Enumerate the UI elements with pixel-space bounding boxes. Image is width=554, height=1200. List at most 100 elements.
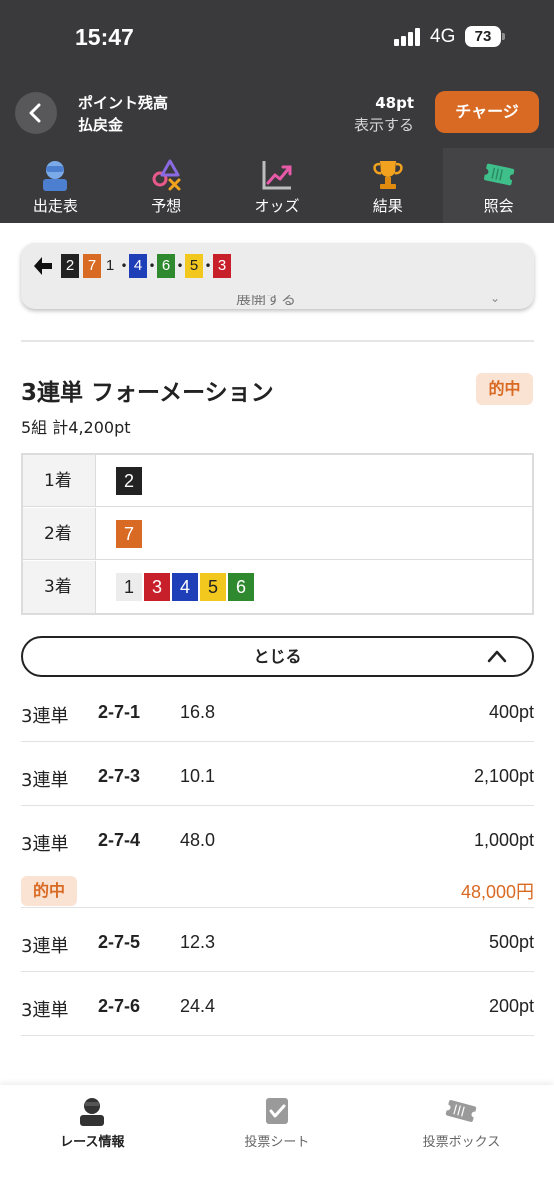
refund-display-link[interactable]: 表示する bbox=[354, 114, 414, 136]
finish-number-badge: 5 bbox=[185, 254, 203, 278]
combo-type: 3連単 bbox=[21, 706, 69, 727]
place-numbers: 7 bbox=[116, 520, 144, 548]
combo-numbers: 2-7-4 bbox=[98, 830, 141, 850]
bet-title: 3連単 フォーメーション bbox=[21, 380, 274, 406]
bottom-nav-label: レース情報 bbox=[60, 1135, 125, 1150]
close-label: とじる bbox=[253, 647, 302, 666]
arrow-left-icon bbox=[34, 257, 52, 275]
race-info-icon bbox=[80, 1098, 105, 1126]
close-button[interactable]: とじる bbox=[21, 636, 534, 677]
combo-odds: 24.4 bbox=[180, 996, 216, 1016]
tab-label: オッズ bbox=[254, 197, 300, 215]
combo-hit-badge: 的中 bbox=[21, 876, 77, 906]
vote-box-icon bbox=[444, 1100, 479, 1122]
expand-label[interactable]: 展開する bbox=[236, 295, 296, 305]
place-numbers: 13456 bbox=[116, 573, 256, 601]
tab-prediction[interactable]: 予想 bbox=[111, 148, 222, 223]
combo-odds: 12.3 bbox=[180, 932, 216, 952]
finish-number-badge: 1 bbox=[101, 254, 119, 278]
separator-dot: • bbox=[120, 259, 128, 273]
combo-odds: 16.8 bbox=[180, 702, 216, 722]
formation-table: 1着 2 2着 7 3着 1 3 4 5 6 bbox=[21, 453, 534, 615]
bottom-nav-label: 投票ボックス bbox=[422, 1135, 501, 1150]
combo-amount: 2,100pt bbox=[473, 766, 534, 786]
tab-label: 結果 bbox=[372, 197, 403, 215]
point-balance-value: 48pt bbox=[375, 94, 414, 112]
vote-sheet-icon bbox=[265, 1098, 288, 1124]
runner-table-icon bbox=[43, 161, 68, 191]
prediction-icon bbox=[152, 159, 181, 191]
bottom-nav-race-info[interactable]: レース情報 bbox=[0, 1085, 185, 1200]
tab-label: 照会 bbox=[483, 197, 514, 215]
race-result-card[interactable]: 2 7 1 • 4 • 6 • 5 • 3 展開する ⌄ bbox=[21, 243, 534, 309]
odds-chart-icon bbox=[262, 161, 292, 190]
separator-dot: • bbox=[176, 259, 184, 273]
place-label: 3着 bbox=[23, 561, 96, 613]
bottom-nav-vote-sheet[interactable]: 投票シート bbox=[185, 1085, 370, 1200]
horse-number-badge: 3 bbox=[144, 573, 170, 601]
refund-label: 払戻金 bbox=[78, 116, 124, 134]
app-root: 15:47 4G 73 ポイント残高 払戻金 48pt 表示する チャージ 出走… bbox=[0, 0, 554, 1200]
combo-amount: 500pt bbox=[488, 932, 534, 952]
separator-dot: • bbox=[204, 259, 212, 273]
combination-row: 3連単 2-7-1 16.8 400pt bbox=[21, 678, 534, 742]
horse-number-badge: 2 bbox=[116, 467, 142, 495]
horse-number-badge: 7 bbox=[116, 520, 142, 548]
combo-type: 3連単 bbox=[21, 770, 69, 791]
horse-number-badge: 6 bbox=[228, 573, 254, 601]
tab-inquiry[interactable]: 照会 bbox=[443, 148, 554, 223]
network-type: 4G bbox=[430, 26, 456, 47]
point-labels: ポイント残高 払戻金 bbox=[78, 92, 168, 136]
charge-button[interactable]: チャージ bbox=[435, 91, 539, 133]
combo-numbers: 2-7-3 bbox=[98, 766, 141, 786]
battery-icon: 73 bbox=[465, 26, 501, 47]
tab-results[interactable]: 結果 bbox=[332, 148, 443, 223]
combo-odds: 48.0 bbox=[180, 830, 216, 850]
bottom-nav-label: 投票シート bbox=[244, 1135, 310, 1150]
trophy-icon bbox=[373, 161, 403, 189]
signal-icon bbox=[394, 28, 422, 46]
point-header: ポイント残高 払戻金 48pt 表示する チャージ bbox=[0, 78, 554, 148]
horse-number-badge: 4 bbox=[172, 573, 198, 601]
combo-numbers: 2-7-5 bbox=[98, 932, 141, 952]
bet-summary: 5組 計4,200pt bbox=[21, 418, 131, 437]
finish-number-badge: 2 bbox=[61, 254, 79, 278]
combo-amount: 1,000pt bbox=[473, 830, 534, 850]
status-bar: 15:47 4G 73 bbox=[0, 0, 554, 78]
tab-odds[interactable]: オッズ bbox=[222, 148, 333, 223]
main-content: 2 7 1 • 4 • 6 • 5 • 3 展開する ⌄ 3連単 フォーメーション 的中 5組 計4… bbox=[0, 223, 554, 1085]
finish-number-badge: 4 bbox=[129, 254, 147, 278]
combo-odds: 10.1 bbox=[180, 766, 216, 786]
combo-payout: 48,000円 bbox=[460, 882, 534, 902]
finish-number-badge: 7 bbox=[83, 254, 101, 278]
combo-amount: 200pt bbox=[488, 996, 534, 1016]
hit-badge: 的中 bbox=[476, 373, 533, 405]
bottom-nav-vote-box[interactable]: 投票ボックス bbox=[369, 1085, 554, 1200]
combo-amount: 400pt bbox=[488, 702, 534, 722]
combination-row: 3連単 2-7-3 10.1 2,100pt bbox=[21, 742, 534, 806]
combo-type: 3連単 bbox=[21, 1000, 69, 1021]
point-values: 48pt 表示する bbox=[354, 92, 414, 136]
divider bbox=[21, 340, 534, 342]
horse-number-badge: 1 bbox=[116, 573, 142, 601]
combination-row: 3連単 2-7-5 12.3 500pt bbox=[21, 908, 534, 972]
place-label: 2着 bbox=[23, 508, 96, 559]
combo-numbers: 2-7-1 bbox=[98, 702, 141, 722]
finish-order: 2 7 1 • 4 • 6 • 5 • 3 bbox=[61, 254, 231, 278]
chevron-up-icon bbox=[487, 650, 507, 663]
combo-type: 3連単 bbox=[21, 936, 69, 957]
combination-row: 3連単 2-7-6 24.4 200pt bbox=[21, 972, 534, 1036]
ticket-icon bbox=[481, 163, 516, 186]
horse-number-badge: 5 bbox=[200, 573, 226, 601]
tab-nav: 出走表 予想 オッズ 結果 照会 bbox=[0, 148, 554, 223]
place-label: 1着 bbox=[23, 455, 96, 506]
finish-number-badge: 3 bbox=[213, 254, 231, 278]
point-balance-label: ポイント残高 bbox=[78, 94, 169, 112]
bottom-nav: レース情報 投票シート 投票ボックス bbox=[0, 1085, 554, 1200]
tab-runner-table[interactable]: 出走表 bbox=[0, 148, 111, 223]
combination-row: 3連単 2-7-4 48.0 1,000pt 的中 48,000円 bbox=[21, 806, 534, 908]
chevron-left-icon bbox=[29, 103, 41, 123]
back-button[interactable] bbox=[15, 92, 57, 134]
formation-row: 1着 2 bbox=[23, 455, 532, 507]
combo-numbers: 2-7-6 bbox=[98, 996, 141, 1016]
